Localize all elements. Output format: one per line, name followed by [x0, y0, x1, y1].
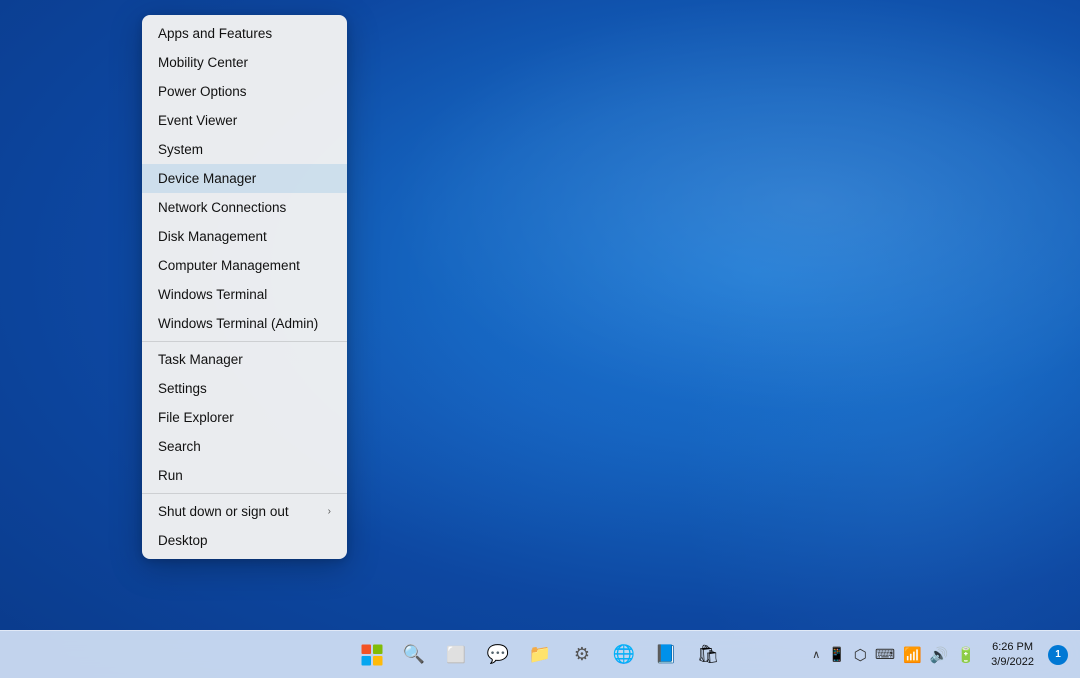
wifi-icon[interactable]: 📶 [901, 644, 924, 666]
menu-item-label-event-viewer: Event Viewer [158, 113, 237, 128]
menu-item-run[interactable]: Run [142, 461, 347, 490]
keyboard-icon[interactable]: ⌨ [873, 644, 897, 665]
clock[interactable]: 6:26 PM 3/9/2022 [985, 638, 1040, 671]
menu-item-computer-management[interactable]: Computer Management [142, 251, 347, 280]
menu-item-power-options[interactable]: Power Options [142, 77, 347, 106]
search-taskbar-button[interactable]: 🔍 [396, 637, 432, 673]
notification-badge[interactable]: 1 [1048, 645, 1068, 665]
menu-item-label-mobility-center: Mobility Center [158, 55, 248, 70]
menu-item-label-windows-terminal: Windows Terminal [158, 287, 267, 302]
menu-item-settings[interactable]: Settings [142, 374, 347, 403]
menu-item-windows-terminal[interactable]: Windows Terminal [142, 280, 347, 309]
taskview-button[interactable]: ⬜ [438, 637, 474, 673]
menu-item-label-system: System [158, 142, 203, 157]
menu-item-system[interactable]: System [142, 135, 347, 164]
store-button[interactable]: 🛍 [690, 637, 726, 673]
menu-item-disk-management[interactable]: Disk Management [142, 222, 347, 251]
menu-item-label-apps-features: Apps and Features [158, 26, 272, 41]
tray-icons: ∧ 📱 ⬡ ⌨ 📶 🔊 🔋 [810, 644, 977, 666]
menu-item-apps-features[interactable]: Apps and Features [142, 19, 347, 48]
menu-item-search[interactable]: Search [142, 432, 347, 461]
menu-item-label-search: Search [158, 439, 201, 454]
menu-separator [142, 493, 347, 494]
menu-item-label-shut-down: Shut down or sign out [158, 504, 289, 519]
menu-separator [142, 341, 347, 342]
clock-time: 6:26 PM [992, 640, 1033, 654]
menu-item-label-disk-management: Disk Management [158, 229, 267, 244]
teams-chat-button[interactable]: 💬 [480, 637, 516, 673]
phone-link-icon[interactable]: 📱 [826, 644, 847, 665]
menu-item-mobility-center[interactable]: Mobility Center [142, 48, 347, 77]
menu-item-windows-terminal-admin[interactable]: Windows Terminal (Admin) [142, 309, 347, 338]
menu-item-task-manager[interactable]: Task Manager [142, 345, 347, 374]
menu-item-label-windows-terminal-admin: Windows Terminal (Admin) [158, 316, 318, 331]
taskbar: 🔍 ⬜ 💬 📁 ⚙ 🌐 📘 🛍 ∧ 📱 ⬡ ⌨ 📶 [0, 630, 1080, 678]
file-explorer-button[interactable]: 📁 [522, 637, 558, 673]
bluetooth-icon[interactable]: ⬡ [852, 644, 869, 666]
edge-button[interactable]: 🌐 [606, 637, 642, 673]
menu-item-shut-down[interactable]: Shut down or sign out › [142, 497, 347, 526]
system-tray: ∧ 📱 ⬡ ⌨ 📶 🔊 🔋 6:26 PM 3/9/2022 1 [810, 631, 1068, 678]
menu-item-label-desktop: Desktop [158, 533, 208, 548]
menu-item-label-task-manager: Task Manager [158, 352, 243, 367]
menu-item-label-device-manager: Device Manager [158, 171, 256, 186]
clock-date: 3/9/2022 [991, 655, 1034, 669]
menu-item-label-file-explorer: File Explorer [158, 410, 234, 425]
menu-item-label-power-options: Power Options [158, 84, 247, 99]
taskbar-center: 🔍 ⬜ 💬 📁 ⚙ 🌐 📘 🛍 [354, 637, 726, 673]
menu-item-label-computer-management: Computer Management [158, 258, 300, 273]
menu-item-network-connections[interactable]: Network Connections [142, 193, 347, 222]
context-menu: Apps and Features Mobility Center Power Op… [142, 15, 347, 559]
tray-chevron[interactable]: ∧ [810, 646, 822, 663]
volume-icon[interactable]: 🔊 [928, 644, 951, 666]
menu-item-device-manager[interactable]: Device Manager [142, 164, 347, 193]
menu-item-event-viewer[interactable]: Event Viewer [142, 106, 347, 135]
menu-item-label-run: Run [158, 468, 183, 483]
submenu-chevron-icon: › [328, 506, 331, 517]
menu-item-file-explorer[interactable]: File Explorer [142, 403, 347, 432]
menu-item-label-network-connections: Network Connections [158, 200, 286, 215]
start-button[interactable] [354, 637, 390, 673]
settings-taskbar-button[interactable]: ⚙ [564, 637, 600, 673]
menu-item-desktop[interactable]: Desktop [142, 526, 347, 555]
battery-icon[interactable]: 🔋 [954, 644, 977, 666]
menu-item-label-settings: Settings [158, 381, 207, 396]
sway-button[interactable]: 📘 [648, 637, 684, 673]
